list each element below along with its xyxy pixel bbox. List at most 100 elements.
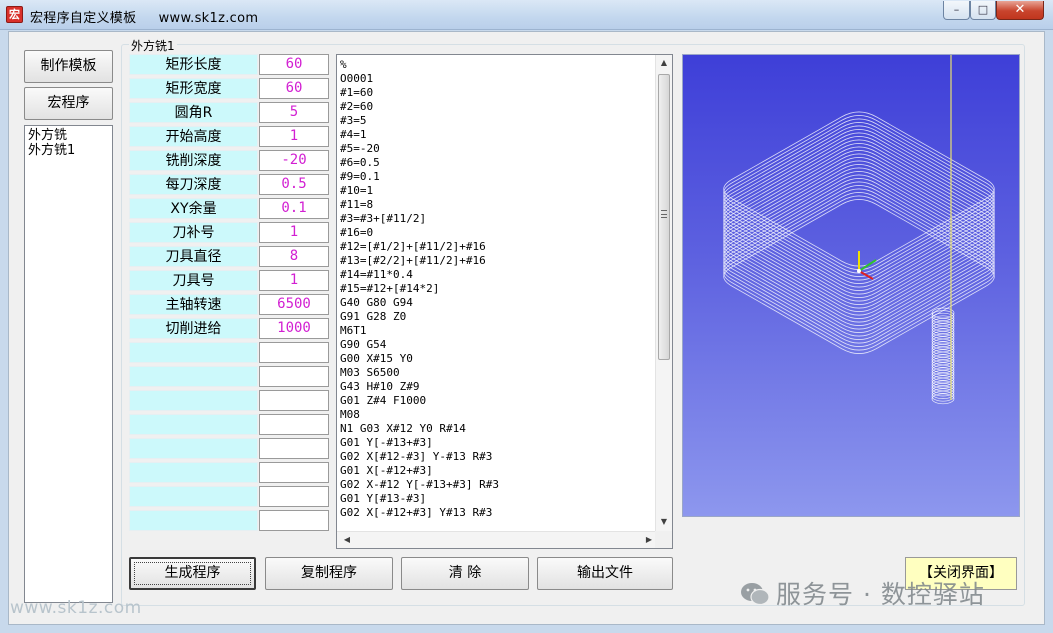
- parameter-value-input[interactable]: [259, 414, 329, 435]
- parameter-label: [129, 414, 258, 435]
- code-line: G01 Z#4 F1000: [340, 394, 427, 407]
- code-line: #3=5: [340, 114, 367, 127]
- code-line: G91 G28 Z0: [340, 310, 407, 323]
- clear-button[interactable]: 清 除: [401, 557, 529, 590]
- scrollbar-corner: [655, 531, 672, 548]
- parameter-value-input[interactable]: 1: [259, 126, 329, 147]
- code-line: G01 X[-#12+#3]: [340, 464, 433, 477]
- code-line: #9=0.1: [340, 170, 380, 183]
- export-file-button[interactable]: 输出文件: [537, 557, 673, 590]
- client-area: 制作模板 宏程序 外方铣 外方铣1 外方铣1 矩形长度 60 矩形宽度 60 圆角R 5 开…: [8, 31, 1045, 625]
- parameter-value-input[interactable]: [259, 390, 329, 411]
- code-line: %: [340, 58, 347, 71]
- parameter-label: 矩形长度: [129, 54, 258, 75]
- parameter-label: 主轴转速: [129, 294, 258, 315]
- code-line: #2=60: [340, 100, 374, 113]
- window-title: 宏程序自定义模板 www.sk1z.com: [30, 7, 258, 26]
- code-line: M08: [340, 408, 360, 421]
- parameter-label: [129, 510, 258, 531]
- vertical-scrollbar[interactable]: ▲ ▼: [655, 55, 672, 533]
- wechat-icon: [741, 583, 770, 606]
- code-line: M03 S6500: [340, 366, 400, 379]
- code-line: G43 H#10 Z#9: [340, 380, 420, 393]
- code-line: #13=[#2/2]+[#11/2]+#16: [340, 254, 486, 267]
- code-line: G02 X[-#12+#3] Y#13 R#3: [340, 506, 493, 519]
- group-title: 外方铣1: [129, 37, 177, 54]
- code-line: G01 Y[-#13+#3]: [340, 436, 433, 449]
- close-window-button[interactable]: ✕: [996, 1, 1044, 20]
- parameter-value-input[interactable]: 0.5: [259, 174, 329, 195]
- parameter-value-input[interactable]: [259, 438, 329, 459]
- program-code-editor[interactable]: % O0001 #1=60 #2=60 #3=5 #4=1 #5=-20 #6=0.5 #9=0…: [336, 54, 673, 549]
- parameter-label: [129, 390, 258, 411]
- parameter-value-input[interactable]: 60: [259, 78, 329, 99]
- window-title-bar: 宏 宏程序自定义模板 www.sk1z.com – □ ✕: [0, 0, 1053, 30]
- scroll-left-arrow-icon[interactable]: ◀: [339, 535, 355, 544]
- template-list-item[interactable]: 外方铣: [28, 128, 109, 143]
- parameter-value-input[interactable]: [259, 510, 329, 531]
- code-line: #14=#11*0.4: [340, 268, 413, 281]
- code-line: G00 X#15 Y0: [340, 352, 413, 365]
- parameter-value-input[interactable]: 1: [259, 222, 329, 243]
- toolpath-3d-view[interactable]: [682, 54, 1020, 517]
- code-line: G90 G54: [340, 338, 387, 351]
- parameter-label: 刀具直径: [129, 246, 258, 267]
- parameter-label: [129, 462, 258, 483]
- code-line: #16=0: [340, 226, 374, 239]
- code-line: #15=#12+[#14*2]: [340, 282, 440, 295]
- vertical-scroll-thumb[interactable]: [658, 74, 670, 360]
- parameter-label: 切削进给: [129, 318, 258, 339]
- code-line: #5=-20: [340, 142, 380, 155]
- template-list[interactable]: 外方铣 外方铣1: [24, 125, 113, 603]
- parameter-label: [129, 486, 258, 507]
- parameter-value-input[interactable]: [259, 486, 329, 507]
- code-line: #1=60: [340, 86, 374, 99]
- parameter-value-input[interactable]: [259, 342, 329, 363]
- parameter-value-input[interactable]: 60: [259, 54, 329, 75]
- axis-triad-icon: [857, 251, 877, 280]
- toolpath-drawing: [723, 55, 995, 405]
- horizontal-scrollbar[interactable]: ◀ ▶: [337, 531, 657, 548]
- parameter-label: 刀具号: [129, 270, 258, 291]
- macro-program-button[interactable]: 宏程序: [24, 87, 113, 120]
- code-line: #12=[#1/2]+[#11/2]+#16: [340, 240, 486, 253]
- parameter-value-input[interactable]: -20: [259, 150, 329, 171]
- site-watermark: www.sk1z.com: [10, 598, 142, 618]
- parameter-label: 刀补号: [129, 222, 258, 243]
- window-title-text: 宏程序自定义模板: [30, 11, 137, 26]
- make-template-button[interactable]: 制作模板: [24, 50, 113, 83]
- scroll-down-arrow-icon[interactable]: ▼: [656, 517, 672, 526]
- parameter-label: 每刀深度: [129, 174, 258, 195]
- parameter-value-input[interactable]: [259, 462, 329, 483]
- wechat-watermark: 服务号 · 数控驿站: [740, 575, 985, 611]
- parameter-value-input[interactable]: 1: [259, 270, 329, 291]
- copy-program-button[interactable]: 复制程序: [265, 557, 393, 590]
- parameter-value-input[interactable]: 6500: [259, 294, 329, 315]
- code-line: G02 X[#12-#3] Y-#13 R#3: [340, 450, 493, 463]
- scroll-up-arrow-icon[interactable]: ▲: [656, 58, 672, 67]
- parameter-value-input[interactable]: 5: [259, 102, 329, 123]
- parameter-value-input[interactable]: 0.1: [259, 198, 329, 219]
- app-icon: 宏: [6, 6, 23, 23]
- code-line: #4=1: [340, 128, 367, 141]
- code-line: G02 X-#12 Y[-#13+#3] R#3: [340, 478, 499, 491]
- parameter-value-input[interactable]: 1000: [259, 318, 329, 339]
- maximize-button[interactable]: □: [970, 1, 996, 20]
- code-line: #10=1: [340, 184, 374, 197]
- code-line: G01 Y[#13-#3]: [340, 492, 427, 505]
- code-line: N1 G03 X#12 Y0 R#14: [340, 422, 466, 435]
- parameter-label: 开始高度: [129, 126, 258, 147]
- window-title-url: www.sk1z.com: [158, 11, 259, 26]
- parameter-value-input[interactable]: 8: [259, 246, 329, 267]
- parameter-label: XY余量: [129, 198, 258, 219]
- code-line: #3=#3+[#11/2]: [340, 212, 427, 225]
- parameter-label: 圆角R: [129, 102, 258, 123]
- generate-program-button[interactable]: 生成程序: [129, 557, 256, 590]
- parameter-label: 矩形宽度: [129, 78, 258, 99]
- parameter-value-input[interactable]: [259, 366, 329, 387]
- code-line: #11=8: [340, 198, 374, 211]
- template-list-item[interactable]: 外方铣1: [28, 143, 109, 158]
- program-code-text[interactable]: % O0001 #1=60 #2=60 #3=5 #4=1 #5=-20 #6=0.5 #9=0…: [340, 58, 655, 520]
- minimize-button[interactable]: –: [943, 1, 970, 20]
- parameter-label: [129, 366, 258, 387]
